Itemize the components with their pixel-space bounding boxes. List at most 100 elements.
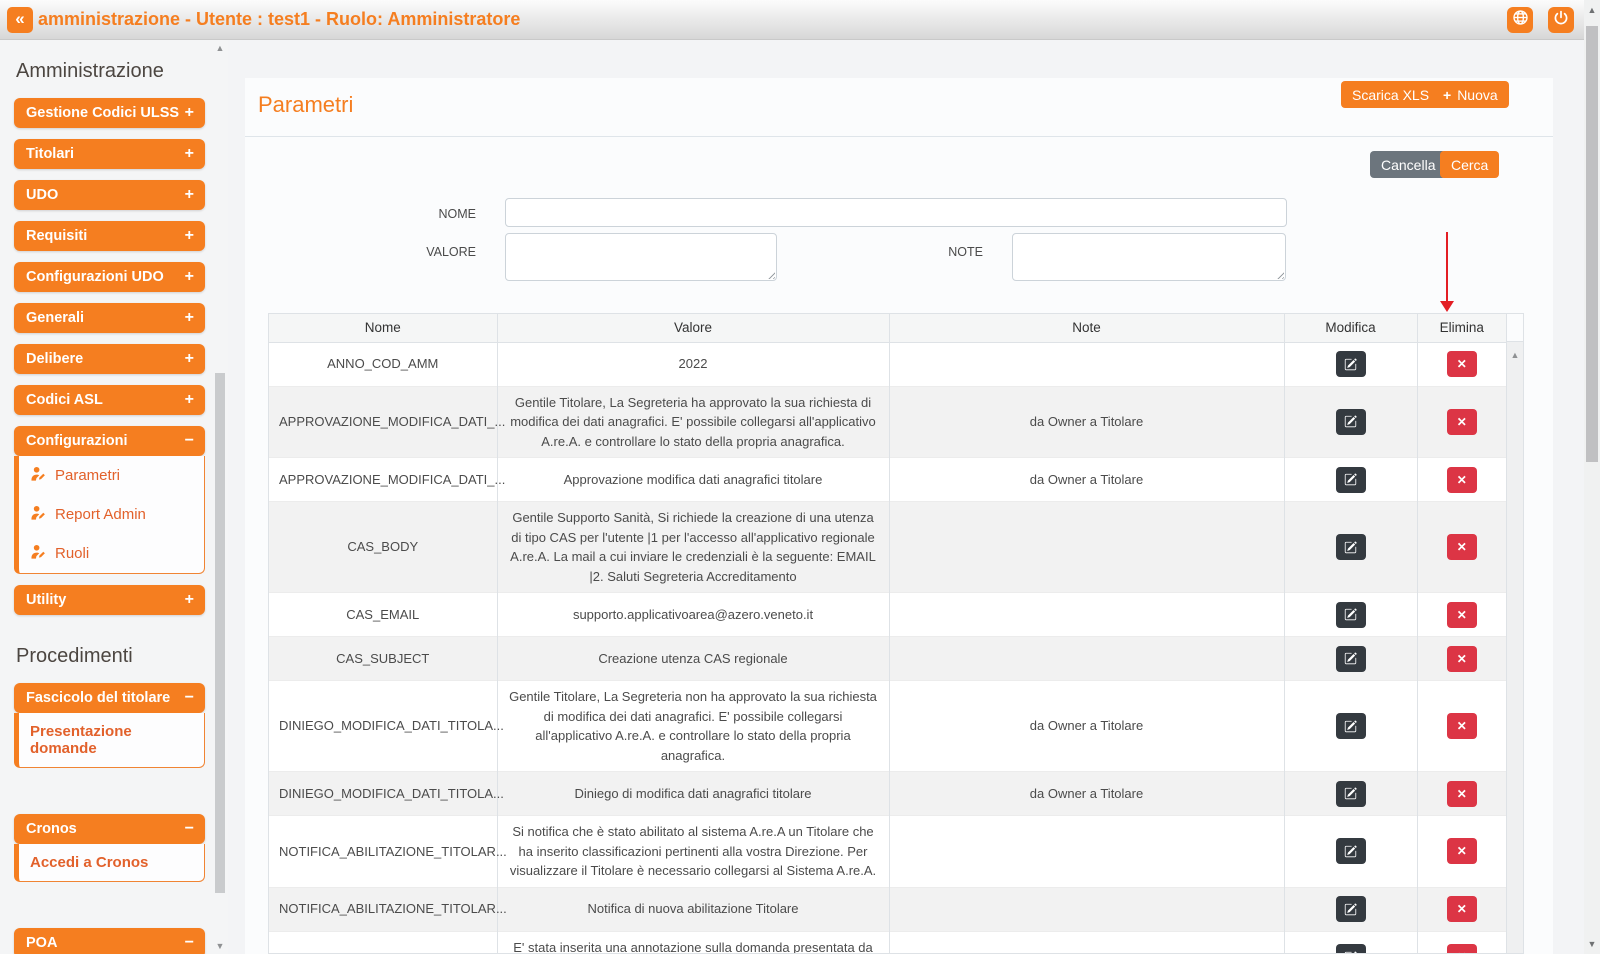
sidebar-item-udo[interactable]: UDO +	[14, 180, 205, 210]
edit-button[interactable]	[1336, 409, 1366, 435]
cell-note	[889, 887, 1284, 931]
scroll-down-icon[interactable]: ▼	[213, 941, 227, 951]
edit-button[interactable]	[1336, 781, 1366, 807]
annotation-arrow-head	[1440, 301, 1454, 312]
sidebar-item-fascicolo-del-titolare[interactable]: Fascicolo del titolare −	[14, 683, 205, 713]
sidebar-item-poa[interactable]: POA −	[14, 928, 205, 954]
note-label: NOTE	[758, 245, 983, 259]
cell-valore: Approvazione modifica dati anagrafici ti…	[497, 458, 889, 502]
sidebar-item-configurazioni-udo[interactable]: Configurazioni UDO +	[14, 262, 205, 292]
cell-valore: Creazione utenza CAS regionale	[497, 637, 889, 681]
delete-button[interactable]: ✕	[1447, 351, 1477, 377]
collapse-icon: −	[185, 820, 194, 838]
page-title: Parametri	[258, 92, 353, 118]
page-scrollbar: ▲ ▼	[1584, 0, 1600, 954]
cell-note	[889, 637, 1284, 681]
sidebar-subitem-report-admin[interactable]: Report Admin	[19, 495, 204, 534]
sidebar-item-requisiti[interactable]: Requisiti +	[14, 221, 205, 251]
sidebar-scrollbar-thumb[interactable]	[215, 373, 225, 893]
edit-button[interactable]	[1336, 896, 1366, 922]
cell-nome: APPROVAZIONE_MODIFICA_DATI_...	[269, 386, 497, 458]
delete-button[interactable]: ✕	[1447, 896, 1477, 922]
cell-valore: Diniego di modifica dati anagrafici tito…	[497, 772, 889, 816]
delete-button[interactable]: ✕	[1447, 713, 1477, 739]
valore-textarea[interactable]	[505, 233, 777, 281]
globe-icon	[1512, 9, 1529, 31]
edit-button[interactable]	[1336, 534, 1366, 560]
collapse-icon: −	[185, 934, 194, 952]
cell-nome: CAS_BODY	[269, 502, 497, 593]
title-divider	[245, 136, 1553, 137]
scroll-up-icon[interactable]: ▲	[1584, 5, 1600, 15]
edit-button[interactable]	[1336, 467, 1366, 493]
delete-button[interactable]: ✕	[1447, 467, 1477, 493]
sidebar-item-cronos[interactable]: Cronos −	[14, 814, 205, 844]
close-icon: ✕	[1457, 357, 1467, 371]
edit-button[interactable]	[1336, 351, 1366, 377]
cerca-button[interactable]: Cerca	[1440, 151, 1499, 178]
table-row: NOTIFICA_ABILITAZIONE_TITOLAR... Si noti…	[269, 816, 1506, 888]
delete-button[interactable]: ✕	[1447, 781, 1477, 807]
delete-button[interactable]: ✕	[1447, 944, 1477, 954]
close-icon: ✕	[1457, 844, 1467, 858]
main-content: Parametri Scarica XLS + Nuova Cancella C…	[228, 40, 1584, 954]
sidebar-subitem-ruoli[interactable]: Ruoli	[19, 534, 204, 573]
configurazioni-submenu: Parametri Report Admin	[14, 456, 205, 574]
cell-nome: APPROVAZIONE_MODIFICA_DATI_...	[269, 458, 497, 502]
plus-icon: +	[1443, 87, 1451, 103]
cell-valore: E' stata inserita una annotazione sulla …	[497, 931, 889, 954]
sidebar-item-codici-asl[interactable]: Codici ASL +	[14, 385, 205, 415]
cancella-button[interactable]: Cancella	[1370, 151, 1446, 178]
fascicolo-submenu: Presentazione domande	[14, 713, 205, 768]
expand-icon: +	[185, 350, 194, 368]
sidebar-item-gestione-codici-ulss[interactable]: Gestione Codici ULSS +	[14, 98, 205, 128]
sidebar-subitem-presentazione-domande[interactable]: Presentazione domande	[19, 713, 204, 767]
cronos-submenu: Accedi a Cronos	[14, 844, 205, 882]
delete-button[interactable]: ✕	[1447, 602, 1477, 628]
table-header-row: Nome Valore Note Modifica Elimina	[269, 314, 1506, 342]
scroll-up-icon[interactable]: ▲	[1507, 342, 1523, 360]
sidebar-subitem-accedi-a-cronos[interactable]: Accedi a Cronos	[19, 844, 204, 881]
delete-button[interactable]: ✕	[1447, 838, 1477, 864]
close-icon: ✕	[1457, 902, 1467, 916]
close-icon: ✕	[1457, 540, 1467, 554]
collapse-icon: −	[185, 689, 194, 707]
col-header-nome: Nome	[269, 314, 497, 342]
sidebar-item-utility[interactable]: Utility +	[14, 585, 205, 615]
logout-button[interactable]	[1548, 7, 1574, 33]
sidebar-section-amministrazione: Amministrazione	[16, 60, 228, 83]
delete-button[interactable]: ✕	[1447, 646, 1477, 672]
page-scrollbar-thumb[interactable]	[1586, 26, 1598, 462]
table-row: DINIEGO_MODIFICA_DATI_TITOLA... Diniego …	[269, 772, 1506, 816]
col-header-modifica: Modifica	[1284, 314, 1417, 342]
sidebar-item-configurazioni[interactable]: Configurazioni −	[14, 426, 205, 456]
edit-button[interactable]	[1336, 713, 1366, 739]
expand-icon: +	[185, 591, 194, 609]
edit-button[interactable]	[1336, 838, 1366, 864]
edit-button[interactable]	[1336, 602, 1366, 628]
sidebar-item-titolari[interactable]: Titolari +	[14, 139, 205, 169]
sidebar-item-delibere[interactable]: Delibere +	[14, 344, 205, 374]
edit-button[interactable]	[1336, 944, 1366, 954]
table-row: E' stata inserita una annotazione sulla …	[269, 931, 1506, 954]
nome-input[interactable]	[505, 198, 1287, 227]
language-button[interactable]	[1507, 7, 1533, 33]
cell-nome: NOTIFICA_ABILITAZIONE_TITOLAR...	[269, 887, 497, 931]
scroll-down-icon[interactable]: ▼	[1584, 939, 1600, 949]
table-row: ANNO_COD_AMM 2022 ✕	[269, 342, 1506, 386]
sidebar-subitem-parametri[interactable]: Parametri	[19, 456, 204, 495]
expand-icon: +	[185, 309, 194, 327]
user-edit-icon	[31, 466, 46, 485]
scarica-xls-button[interactable]: Scarica XLS	[1341, 81, 1440, 108]
edit-button[interactable]	[1336, 646, 1366, 672]
delete-button[interactable]: ✕	[1447, 534, 1477, 560]
nuova-button[interactable]: + Nuova	[1432, 81, 1509, 108]
sidebar-collapse-button[interactable]: «	[7, 7, 33, 33]
top-bar: « amministrazione - Utente : test1 - Ruo…	[0, 0, 1600, 40]
scroll-up-icon[interactable]: ▲	[213, 43, 227, 53]
expand-icon: +	[185, 227, 194, 245]
note-textarea[interactable]	[1012, 233, 1286, 281]
delete-button[interactable]: ✕	[1447, 409, 1477, 435]
cell-note: da Owner a Titolare	[889, 458, 1284, 502]
sidebar-item-generali[interactable]: Generali +	[14, 303, 205, 333]
